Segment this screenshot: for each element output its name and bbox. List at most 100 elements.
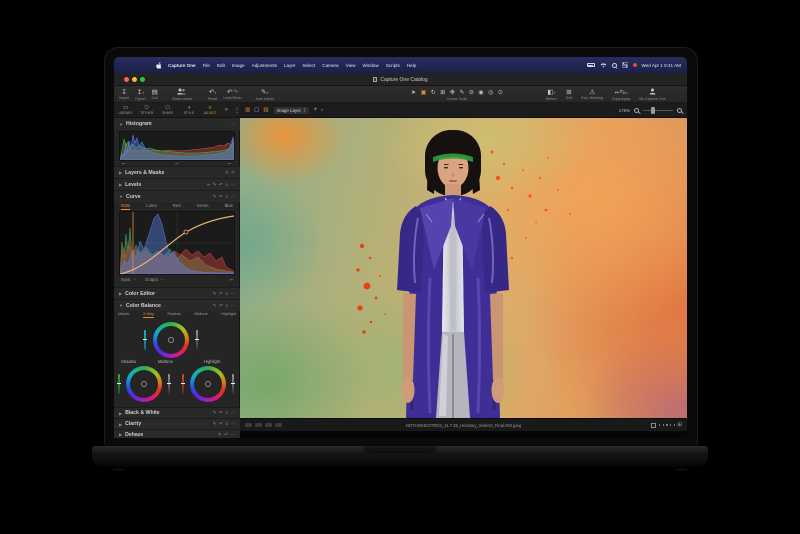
menu-image[interactable]: Image bbox=[232, 63, 245, 68]
menu-select[interactable]: Select bbox=[302, 63, 315, 68]
brush-icon[interactable]: ✎ bbox=[213, 182, 217, 188]
presets-icon[interactable]: ≡ bbox=[225, 291, 228, 297]
brush-icon[interactable]: ✎ bbox=[213, 291, 217, 297]
curve-tab-rgb[interactable]: RGB bbox=[121, 203, 130, 210]
reset-button[interactable]: ↶▾ Reset bbox=[208, 86, 217, 103]
cb-tab-midtone[interactable]: Midtone bbox=[194, 312, 208, 318]
panel-more-icon[interactable]: ⋯ bbox=[231, 410, 236, 416]
panel-more-icon[interactable]: ⋯ bbox=[231, 432, 236, 438]
presets-icon[interactable]: ≡ bbox=[225, 303, 228, 309]
my-capture-one-button[interactable]: My Capture One bbox=[639, 86, 665, 103]
record-dot-icon[interactable] bbox=[633, 63, 637, 67]
spot-tool-icon[interactable]: ⊙ bbox=[498, 89, 503, 97]
apple-logo-icon[interactable] bbox=[156, 62, 162, 69]
brush-icon[interactable]: ✎ bbox=[213, 421, 217, 427]
highlight-color-wheel[interactable] bbox=[190, 366, 226, 402]
select-tool-icon[interactable]: ➤ bbox=[411, 89, 416, 97]
add-layer-button[interactable]: + bbox=[314, 107, 318, 113]
panel-more-icon[interactable]: ⋯ bbox=[231, 182, 236, 188]
panel-more-icon[interactable]: ⋯ bbox=[231, 421, 236, 427]
curve-tab-blue[interactable]: Blue bbox=[225, 203, 233, 210]
brush-icon[interactable]: ✎ bbox=[213, 303, 217, 309]
highlight-saturation-slider[interactable] bbox=[182, 374, 184, 394]
import-button[interactable]: ↧ Import bbox=[119, 86, 129, 103]
proof-margin-toggle[interactable] bbox=[651, 423, 656, 428]
presets-icon[interactable]: ≡ bbox=[225, 194, 228, 200]
presets-icon[interactable]: ≡ bbox=[225, 421, 228, 427]
shadow-lightness-slider[interactable] bbox=[168, 374, 170, 394]
erase-mask-tool-icon[interactable]: ⊘ bbox=[469, 89, 474, 97]
zoom-slider-thumb[interactable] bbox=[651, 107, 655, 114]
curve-tab-luma[interactable]: Luma bbox=[146, 203, 156, 210]
color-editor-panel-header[interactable]: ▶Color Editor ✎↶≡⋯ bbox=[114, 287, 240, 299]
reset-adjustment-icon[interactable]: ↶ bbox=[219, 303, 223, 309]
zoom-fit-icon[interactable] bbox=[677, 108, 682, 113]
copy-apply-button[interactable]: ⤝✎▾ Copy/Apply bbox=[612, 86, 630, 103]
auto-adjust-button[interactable]: ✎▾ Auto Adjust bbox=[256, 86, 274, 103]
menu-scripts[interactable]: Scripts bbox=[386, 63, 400, 68]
color-tag-badge[interactable] bbox=[255, 423, 262, 427]
curve-panel-header[interactable]: ▼Curve ✎↶≡⋯ bbox=[114, 190, 240, 202]
tab-overflow-chevrons[interactable]: » bbox=[225, 107, 228, 113]
menu-camera[interactable]: Camera bbox=[322, 63, 338, 68]
rating-badge[interactable] bbox=[245, 423, 252, 427]
zoom-out-icon[interactable] bbox=[634, 108, 639, 113]
clone-tool-icon[interactable]: ◎ bbox=[488, 89, 493, 97]
zoom-level-value[interactable]: 176% bbox=[619, 108, 630, 113]
eyedropper-icon[interactable]: ⤝ bbox=[207, 182, 211, 188]
curve-picker-icon[interactable]: ⤝ bbox=[230, 277, 233, 282]
reset-adjustment-icon[interactable]: ↶ bbox=[219, 410, 223, 416]
heal-tool-icon[interactable]: ◉ bbox=[478, 89, 483, 97]
wifi-icon[interactable] bbox=[600, 63, 607, 68]
curve-chart[interactable] bbox=[119, 211, 235, 275]
panel-more-icon[interactable]: ⋯ bbox=[231, 303, 236, 309]
shadow-color-wheel[interactable] bbox=[126, 366, 162, 402]
compare-icon[interactable]: ▢ bbox=[254, 107, 259, 113]
brush-icon[interactable]: ✎ bbox=[213, 410, 217, 416]
exposure-warning-button[interactable]: ⚠ Exp. Warning bbox=[581, 86, 602, 103]
show-mask-icon[interactable]: ▥ bbox=[245, 107, 250, 113]
menu-window[interactable]: Window bbox=[362, 63, 378, 68]
clarity-panel-header[interactable]: ▶Clarity ✎↶≡⋯ bbox=[114, 418, 240, 429]
draw-mask-tool-icon[interactable]: ✎ bbox=[459, 89, 464, 97]
spotlight-search-icon[interactable] bbox=[612, 63, 617, 68]
curve-tab-red[interactable]: Red bbox=[173, 203, 181, 210]
rotate-tool-icon[interactable]: ↻ bbox=[431, 89, 436, 97]
reset-adjustment-icon[interactable]: ↶ bbox=[231, 170, 235, 176]
control-center-icon[interactable] bbox=[622, 62, 628, 68]
menu-view[interactable]: View bbox=[346, 63, 356, 68]
layers-masks-panel-header[interactable]: ▶Layers & Masks ✎↶ bbox=[114, 166, 240, 178]
menu-edit[interactable]: Edit bbox=[217, 63, 225, 68]
reset-adjustment-icon[interactable]: ↶ bbox=[219, 194, 223, 200]
brush-icon[interactable]: ✎ bbox=[225, 170, 229, 176]
levels-panel-header[interactable]: ▶Levels ⤝✎↶≡⋯ bbox=[114, 178, 240, 190]
menu-adjustments[interactable]: Adjustments bbox=[252, 63, 277, 68]
curve-input-value[interactable]: -- bbox=[133, 277, 136, 282]
pan-tool-icon[interactable]: ✥ bbox=[450, 89, 455, 97]
color-balance-panel-header[interactable]: ▼Color Balance ✎↶≡⋯ bbox=[114, 299, 240, 311]
undo-redo-button[interactable]: ↶↷ Undo/Redo bbox=[223, 86, 241, 103]
zoom-slider[interactable] bbox=[643, 110, 673, 111]
curve-output-value[interactable]: -- bbox=[161, 277, 164, 282]
show-adjustments-icon[interactable]: ▥ bbox=[263, 107, 268, 113]
before-button[interactable]: ◧▾ Before bbox=[546, 86, 557, 103]
grid-button[interactable]: ⊞ Grid bbox=[566, 86, 573, 103]
shadow-saturation-slider[interactable] bbox=[118, 374, 120, 394]
menu-help[interactable]: Help bbox=[407, 63, 416, 68]
export-button[interactable]: ↥▾ Export bbox=[135, 86, 145, 103]
reset-adjustment-icon[interactable]: ↶ bbox=[219, 182, 223, 188]
brush-icon[interactable]: ✎ bbox=[213, 194, 217, 200]
menu-capture-one[interactable]: Capture One bbox=[168, 63, 196, 68]
tab-style[interactable]: ◑ STYLE bbox=[180, 105, 197, 115]
panel-more-icon[interactable]: ⋯ bbox=[231, 194, 236, 200]
black-white-panel-header[interactable]: ▶Black & White ✎↶≡⋯ bbox=[114, 407, 240, 418]
menu-layer[interactable]: Layer bbox=[284, 63, 296, 68]
midtone-color-wheel[interactable] bbox=[153, 322, 189, 358]
tab-adjust[interactable]: ≡ ADJUST bbox=[202, 105, 219, 115]
presets-icon[interactable]: ≡ bbox=[225, 182, 228, 188]
cull-button[interactable]: ▤ Cull bbox=[152, 86, 158, 103]
highlight-lightness-slider[interactable] bbox=[232, 374, 234, 394]
photo-canvas[interactable] bbox=[240, 118, 687, 418]
histogram-panel-header[interactable]: ▼Histogram ⋯ bbox=[114, 118, 240, 130]
panel-more-icon[interactable]: ⋯ bbox=[231, 121, 236, 127]
